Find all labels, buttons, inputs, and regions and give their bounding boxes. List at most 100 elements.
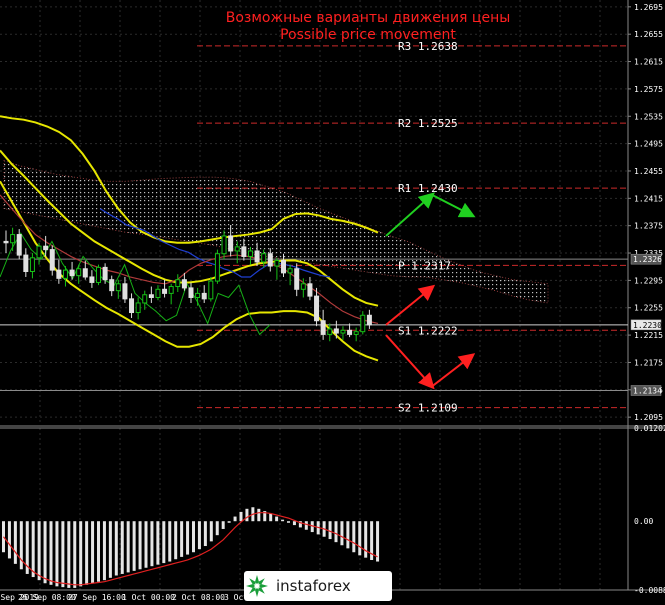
macd-bar: [61, 521, 65, 588]
instaforex-logo: instaforex: [244, 571, 392, 601]
candle-body: [129, 298, 135, 314]
candle-body: [254, 250, 260, 263]
macd-bar: [138, 521, 142, 570]
price-tick-label: 1.2695: [634, 3, 663, 12]
macd-bar: [186, 521, 190, 555]
macd-bar: [328, 521, 332, 540]
macd-bar: [67, 521, 71, 588]
candle-body: [76, 268, 82, 277]
title-ru: Возможные варианты движения цены: [226, 10, 511, 26]
candle-body: [300, 283, 306, 290]
candle-body: [274, 260, 280, 267]
macd-bar: [334, 521, 338, 543]
candle-body: [122, 283, 128, 300]
candle-body: [29, 257, 35, 272]
macd-bar: [55, 521, 59, 587]
macd-bar: [287, 521, 290, 523]
price-tick-label: 1.2455: [634, 167, 663, 176]
logo-text: instaforex: [276, 577, 351, 595]
candle-body: [261, 253, 267, 263]
macd-bar: [156, 521, 160, 565]
candle-body: [102, 266, 108, 281]
macd-bar: [257, 508, 261, 522]
macd-bar: [162, 521, 166, 564]
macd-bar: [227, 521, 231, 523]
candle-body: [188, 287, 194, 298]
level-label-p: P 1.2317: [398, 259, 451, 272]
candle-body: [148, 294, 154, 298]
macd-bar: [37, 521, 41, 581]
macd-tick-label: -0.00887: [634, 586, 665, 595]
candle-body: [228, 235, 234, 252]
candle-body: [36, 245, 42, 259]
candle-body: [307, 283, 313, 297]
macd-bar: [269, 513, 273, 522]
candle-body: [340, 329, 346, 334]
macd-bar: [239, 511, 243, 522]
time-tick-label: 27 Sep 16:00: [68, 593, 126, 602]
candle-body: [281, 260, 286, 274]
price-tag-label: 1.2326: [633, 255, 662, 264]
macd-bar: [13, 521, 17, 564]
price-tick-label: 1.2495: [634, 140, 663, 149]
macd-bar: [108, 521, 112, 578]
macd-bar: [79, 521, 83, 587]
candle-body: [175, 279, 181, 288]
price-tag-label: 1.2134: [633, 386, 662, 395]
candle-body: [16, 234, 22, 256]
macd-bar: [304, 521, 308, 530]
price-tick-label: 1.2255: [634, 304, 663, 313]
candle-body: [221, 235, 227, 255]
candle-body: [247, 250, 253, 257]
chart-root: R3 1.2638 R2 1.2525 R1 1.2430 P 1.2317 S1 1.…: [0, 0, 665, 605]
candle-body: [241, 246, 247, 257]
candle-body: [56, 269, 62, 279]
macd-bar: [31, 521, 35, 578]
macd-bar: [132, 521, 136, 571]
candle-body: [109, 279, 115, 292]
candle-body: [3, 240, 9, 244]
macd-bar: [245, 508, 249, 522]
title-en: Possible price movement: [280, 27, 456, 43]
candle-body: [89, 276, 95, 283]
price-tick-label: 1.2295: [634, 276, 663, 285]
price-tick-label: 1.2215: [634, 331, 663, 340]
price-tick-label: 1.2615: [634, 58, 663, 67]
macd-bar: [197, 521, 201, 550]
price-tick-label: 1.2655: [634, 30, 663, 39]
candle-body: [347, 329, 353, 335]
macd-bar: [168, 521, 172, 562]
candle-body: [320, 320, 326, 335]
macd-bar: [174, 521, 178, 560]
macd-bar: [275, 516, 279, 522]
macd-bar: [215, 521, 219, 536]
candle-body: [115, 283, 121, 292]
candle-body: [142, 294, 148, 304]
price-tick-label: 1.2375: [634, 222, 663, 231]
candle-body: [208, 280, 214, 300]
macd-bar: [150, 521, 154, 567]
instaforex-logo-icon: [246, 575, 268, 597]
macd-bar: [340, 521, 344, 546]
time-tick-label: 2 Oct 08:00: [172, 593, 225, 602]
price-tick-label: 1.2415: [634, 194, 663, 203]
macd-bar: [73, 521, 77, 588]
price-tick-label: 1.2175: [634, 358, 663, 367]
candle-body: [43, 245, 49, 251]
candle-body: [214, 253, 220, 282]
candle-body: [23, 254, 29, 272]
level-label-r2: R2 1.2525: [398, 117, 458, 130]
price-tag-label: 1.2230: [633, 321, 662, 330]
candle-body: [49, 249, 55, 271]
candle-body: [353, 331, 359, 335]
level-label-s1: S1 1.2222: [398, 324, 458, 337]
macd-bar: [281, 519, 285, 522]
candle-body: [294, 268, 300, 290]
price-tick-label: 1.2095: [634, 413, 663, 422]
candle-body: [135, 302, 141, 314]
candle-body: [195, 292, 201, 298]
candle-body: [287, 268, 293, 274]
time-tick-label: 1 Oct 00:00: [122, 593, 175, 602]
macd-bar: [49, 521, 53, 585]
macd-bar: [144, 521, 148, 568]
